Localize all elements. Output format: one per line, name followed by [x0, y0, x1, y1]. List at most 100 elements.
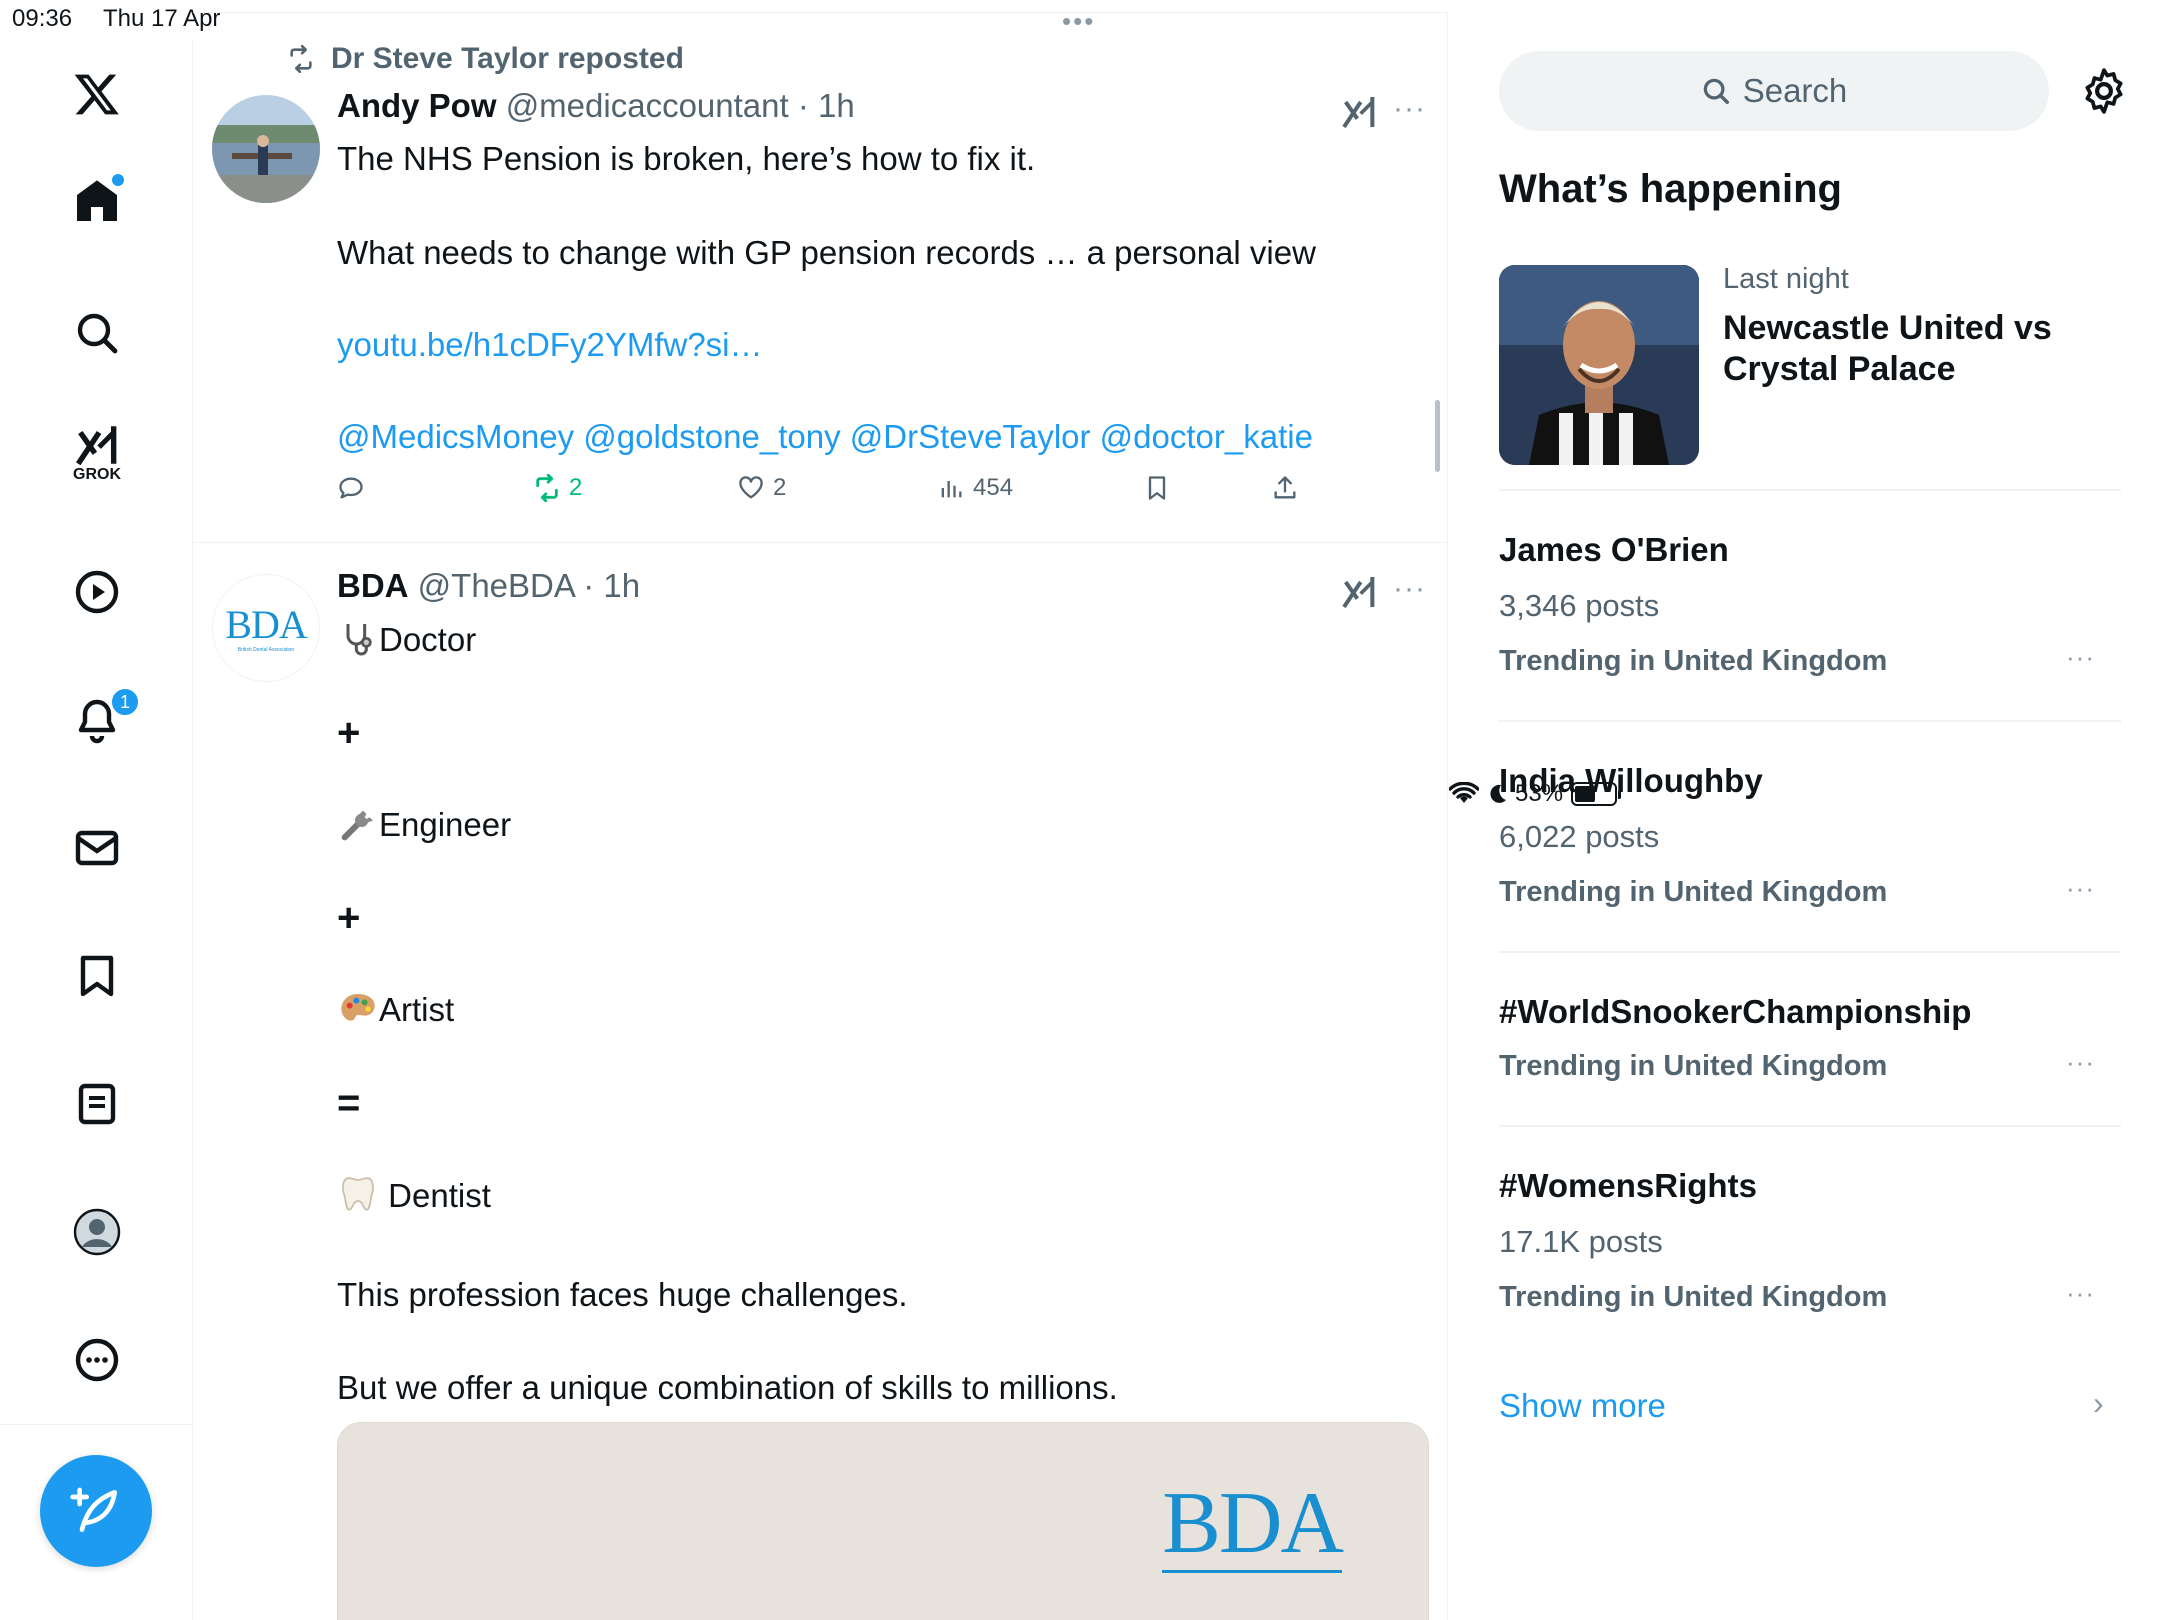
tweet-text-line: Doctor	[337, 617, 476, 663]
nav-explore[interactable]	[62, 298, 132, 368]
author-handle[interactable]: @TheBDA	[418, 567, 574, 604]
compose-post-button[interactable]	[40, 1455, 152, 1567]
show-more-link[interactable]: Show more	[1499, 1387, 1666, 1425]
tweet-line-engineer: Engineer	[379, 806, 512, 843]
retweet-icon	[536, 474, 558, 502]
share-button[interactable]	[1271, 474, 1299, 502]
bda-avatar-logo: BDA	[225, 602, 307, 647]
author-name[interactable]: BDA	[337, 567, 409, 604]
nav-notifications[interactable]: 1	[62, 685, 140, 755]
lake-photo-avatar	[212, 95, 320, 203]
tweet-text-line: Artist	[337, 987, 454, 1033]
trend-context: Trending in United Kingdom	[1499, 1050, 1888, 1082]
reply-icon	[339, 477, 363, 499]
status-time: 09:36	[12, 5, 73, 32]
author-name[interactable]: Andy Pow	[337, 87, 497, 124]
settings-gear-icon[interactable]	[2079, 66, 2129, 116]
tweet-line-plus: +	[337, 896, 361, 940]
bda-avatar[interactable]: BDA British Dental Association	[212, 574, 320, 682]
bookmark-button[interactable]	[1143, 474, 1171, 502]
tweet-line-equals: =	[337, 1081, 361, 1125]
trend-divider	[1499, 489, 2121, 491]
feed-top-border	[193, 12, 1448, 13]
palette-icon	[341, 994, 375, 1021]
tweet-more-button[interactable]: ···	[1393, 572, 1426, 606]
left-navigation: GROK 1	[0, 40, 193, 1620]
tooth-icon	[342, 1177, 374, 1211]
nav-more[interactable]	[62, 1325, 132, 1395]
trend-more-button[interactable]: ···	[2066, 1278, 2095, 1309]
trend-post-count: 6,022 posts	[1499, 819, 1660, 854]
retweet-button[interactable]: 2	[533, 474, 582, 502]
reply-button[interactable]	[337, 474, 365, 502]
tweet-text-line: Engineer	[337, 802, 511, 848]
trend-more-button[interactable]: ···	[2066, 873, 2095, 904]
whats-happening-title: What’s happening	[1499, 167, 1842, 211]
view-count: 454	[973, 474, 1014, 501]
tweet-actions: 2 2 454	[337, 474, 1357, 514]
nav-home[interactable]	[62, 166, 132, 236]
tweet-media-image[interactable]: BDA	[337, 1422, 1429, 1620]
right-sidebar: Search What’s happening Last night Newca…	[1449, 40, 2160, 1620]
trend-name: #WorldSnookerChampionship	[1499, 993, 1972, 1030]
x-logo[interactable]	[62, 59, 132, 129]
trend-context: Trending in United Kingdom	[1499, 1281, 1888, 1313]
tweet-mentions[interactable]: @MedicsMoney @goldstone_tony @DrSteveTay…	[337, 414, 1313, 460]
trend-name: #WomensRights	[1499, 1167, 1757, 1204]
nav-divider	[0, 1424, 193, 1425]
chevron-right-icon: ›	[2093, 1385, 2104, 1421]
trend-divider	[1499, 951, 2121, 953]
nav-bookmarks[interactable]	[62, 941, 132, 1011]
like-button[interactable]: 2	[737, 474, 786, 502]
list-icon	[78, 1083, 116, 1125]
nav-messages[interactable]	[62, 813, 132, 883]
search-icon	[1703, 78, 1729, 104]
search-input[interactable]: Search	[1499, 51, 2049, 131]
share-icon	[1274, 476, 1296, 499]
nav-lists[interactable]	[62, 1069, 132, 1139]
grok-explain-icon[interactable]	[1339, 92, 1379, 132]
tweet-text-line: What needs to change with GP pension rec…	[337, 234, 1316, 271]
trend-more-button[interactable]: ···	[2066, 1047, 2095, 1078]
retweet-count: 2	[569, 474, 583, 501]
nav-video[interactable]	[62, 557, 132, 627]
tweet-header: BDA @TheBDA · 1h	[337, 567, 640, 605]
play-icon	[75, 570, 119, 614]
tweet-header: Andy Pow @medicaccountant · 1h	[337, 87, 855, 125]
views-button[interactable]: 454	[937, 474, 1013, 502]
search-icon	[77, 313, 118, 354]
bda-media-logo: BDA	[1162, 1475, 1344, 1573]
tweet-more-button[interactable]: ···	[1393, 92, 1426, 126]
tweet-link[interactable]: youtu.be/h1cDFy2YMfw?si…	[337, 322, 763, 368]
tweet-line-plus: +	[337, 711, 361, 755]
trend-more-button[interactable]: ···	[2066, 642, 2095, 673]
featured-trend-image	[1499, 265, 1699, 465]
andy-pow-avatar[interactable]	[212, 95, 320, 203]
trend-divider	[1499, 720, 2121, 722]
trend-name: James O'Brien	[1499, 531, 1729, 568]
featured-trend-time: Last night	[1723, 263, 1849, 295]
heart-icon	[739, 476, 763, 499]
repost-icon	[290, 45, 312, 73]
tweet-line-artist: Artist	[379, 991, 455, 1028]
nav-grok[interactable]: GROK	[62, 418, 132, 488]
bookmark-icon	[1148, 476, 1166, 500]
featured-trend-title: Newcastle United vs Crystal Palace	[1723, 309, 2052, 388]
grok-icon	[75, 426, 117, 466]
tweet-time[interactable]: · 1h	[583, 567, 640, 604]
timeline-feed: Dr Steve Taylor reposted Andy Pow @medic…	[193, 12, 1448, 1620]
tweet-line-doctor: Doctor	[379, 621, 477, 658]
nav-profile[interactable]	[62, 1197, 132, 1267]
bda-avatar-subtext: British Dental Association	[237, 647, 295, 653]
notification-badge: 1	[110, 687, 140, 717]
bookmark-icon	[80, 955, 114, 997]
like-count: 2	[773, 474, 787, 501]
tweet-time[interactable]: · 1h	[798, 87, 855, 124]
stethoscope-icon	[346, 624, 372, 656]
author-handle[interactable]: @medicaccountant	[506, 87, 789, 124]
home-unread-dot	[112, 174, 124, 186]
grok-explain-icon[interactable]	[1339, 572, 1379, 612]
tweet-divider	[193, 542, 1448, 543]
feed-scrollbar[interactable]	[1435, 400, 1440, 472]
search-placeholder: Search	[1742, 72, 1848, 109]
